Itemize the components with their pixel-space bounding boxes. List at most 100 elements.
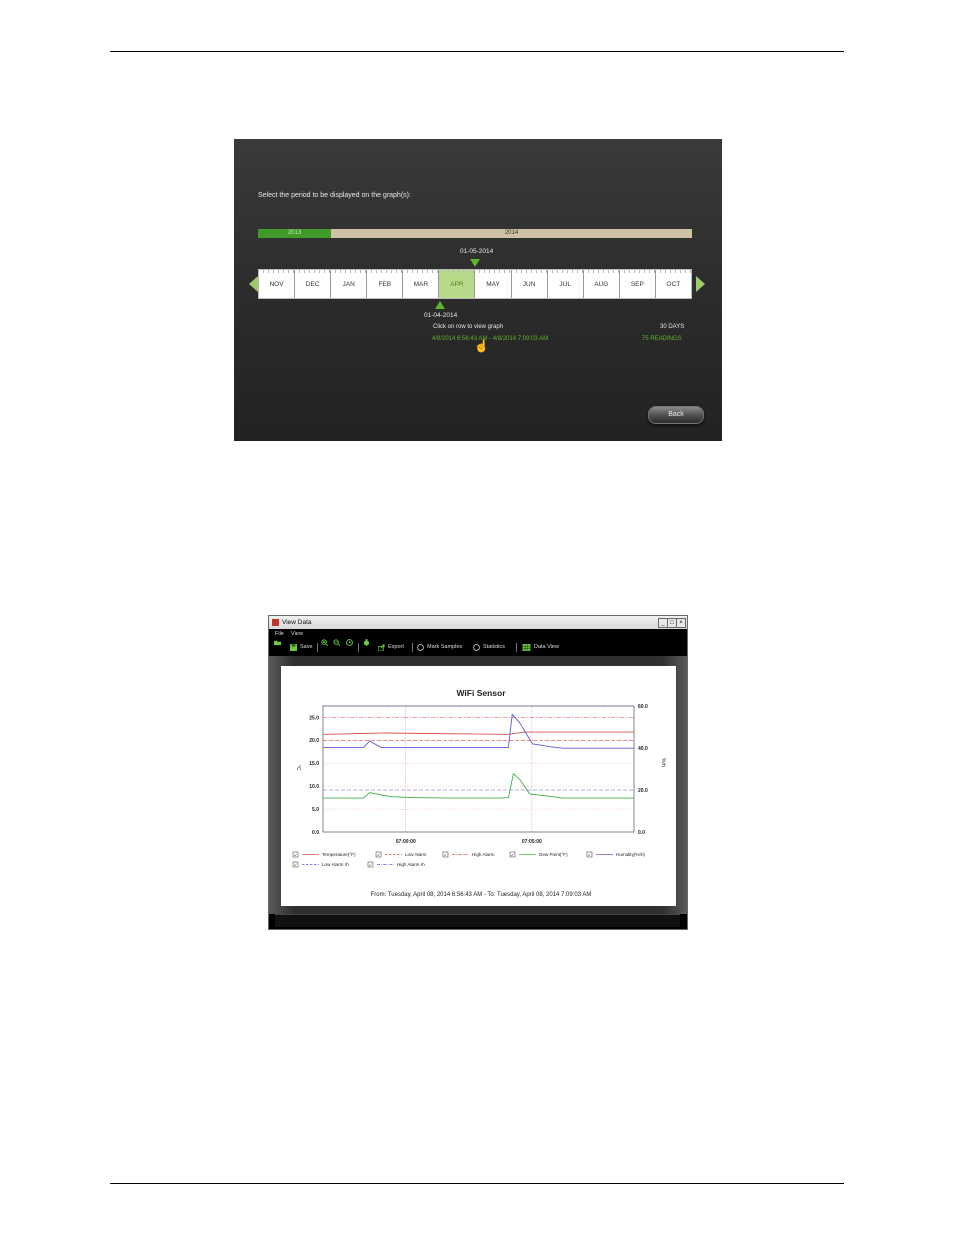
view-data-window: View Data _ □ × File View Save Export Ma… xyxy=(268,615,688,930)
legend-check-icon: ✓ xyxy=(369,863,373,868)
horizontal-scrollbar[interactable] xyxy=(275,914,680,927)
y-tick-label: 5.0 xyxy=(312,807,319,813)
month-jan[interactable]: JAN xyxy=(331,270,368,298)
series-line-dew-point-f- xyxy=(323,772,634,799)
chart-panel: WiFi Sensor °C %rh From: Tuesday, April … xyxy=(281,666,676,906)
sensor-button[interactable] xyxy=(363,639,370,646)
back-button[interactable]: Back xyxy=(648,406,704,424)
grid-table-icon xyxy=(522,644,531,651)
statistics-label: Statistics xyxy=(483,644,506,650)
year-2013[interactable]: 2013 xyxy=(258,229,331,238)
period-selector-screen: Select the period to be displayed on the… xyxy=(234,139,722,441)
month-dec[interactable]: DEC xyxy=(295,270,332,298)
legend-label: High Alarm xyxy=(472,852,495,857)
close-icon[interactable]: × xyxy=(676,618,686,628)
legend-label: Humidity(%rh) xyxy=(616,852,646,857)
series-line-humidity-rh- xyxy=(323,713,634,749)
export-label: Export xyxy=(388,644,404,650)
zoom-out-icon xyxy=(333,639,340,646)
scroll-left-arrow-icon[interactable] xyxy=(249,276,258,292)
save-button[interactable]: Save xyxy=(290,639,313,656)
month-feb[interactable]: FEB xyxy=(367,270,404,298)
month-apr[interactable]: APR xyxy=(439,270,476,298)
window-title: View Data xyxy=(282,619,312,626)
status-bar xyxy=(269,914,687,929)
menu-view[interactable]: View xyxy=(291,629,303,639)
zoom-out-button[interactable] xyxy=(333,639,340,646)
radio-icon xyxy=(473,644,480,651)
data-view-button[interactable]: Data View xyxy=(522,639,559,656)
legend-check-icon: ✓ xyxy=(511,853,515,858)
month-jun[interactable]: JUN xyxy=(511,270,548,298)
month-oct[interactable]: OCT xyxy=(655,270,691,298)
legend-label: Dew Point(°F) xyxy=(539,852,568,857)
end-date-label: 01-05-2014 xyxy=(460,248,494,255)
statistics-toggle[interactable]: Statistics xyxy=(473,639,505,656)
period-range-row[interactable]: 4/8/2014 6:56:43 AM - 4/8/2014 7:09:03 A… xyxy=(432,336,548,342)
start-marker-icon[interactable] xyxy=(435,301,445,309)
year-2014[interactable]: 2014 xyxy=(331,229,692,238)
legend-label: Low Alarm xyxy=(405,852,427,857)
y2-tick-label: 0.0 xyxy=(638,830,645,836)
open-button[interactable] xyxy=(274,639,281,646)
legend-check-icon: ✓ xyxy=(294,853,298,858)
readings-count[interactable]: 75 READINGS xyxy=(642,336,682,342)
period-prompt: Select the period to be displayed on the… xyxy=(258,192,411,199)
month-sep[interactable]: SEP xyxy=(619,270,656,298)
month-strip: NOV DEC JAN FEB MAR APR MAY JUN JUL AUG SEP OCT xyxy=(258,269,692,299)
toolbar-separator xyxy=(412,643,413,652)
chart-area: WiFi Sensor °C %rh From: Tuesday, April … xyxy=(269,656,687,929)
chart-title: WiFi Sensor xyxy=(456,688,506,698)
save-icon xyxy=(290,644,297,651)
series-line-temperature-f- xyxy=(322,731,634,735)
month-mar[interactable]: MAR xyxy=(403,270,440,298)
legend-check-icon: ✓ xyxy=(377,853,381,858)
zoom-in-icon xyxy=(321,639,328,646)
radio-icon xyxy=(417,644,424,651)
mark-samples-toggle[interactable]: Mark Samples xyxy=(417,639,462,656)
y-tick-label: 10.0 xyxy=(309,784,319,790)
y-tick-label: 25.0 xyxy=(309,715,319,721)
month-aug[interactable]: AUG xyxy=(583,270,620,298)
scroll-right-arrow-icon[interactable] xyxy=(696,276,705,292)
y2-tick-label: 60.0 xyxy=(638,704,648,710)
hand-cursor-icon: ☝ xyxy=(474,339,489,353)
month-may[interactable]: MAY xyxy=(475,270,512,298)
toolbar: Save Export Mark Samples Statistics Data… xyxy=(269,639,687,656)
window-titlebar: View Data _ □ × xyxy=(269,616,687,630)
days-count: 30 DAYS xyxy=(660,324,685,330)
menu-file[interactable]: File xyxy=(275,629,284,639)
legend-label: Low Alarm rh xyxy=(322,862,349,867)
view-graph-hint: Click on row to view graph xyxy=(433,324,504,330)
x-tick-label: 07:05:00 xyxy=(522,839,542,845)
sensor-icon xyxy=(363,639,370,646)
mark-samples-label: Mark Samples xyxy=(427,644,463,650)
open-folder-icon xyxy=(274,640,281,646)
date-range-label: From: Tuesday, April 08, 2014 6:56:43 AM… xyxy=(371,892,592,898)
legend-label: Temperature(°F) xyxy=(322,852,356,857)
export-icon xyxy=(378,644,385,651)
time-button[interactable] xyxy=(346,639,353,646)
legend-check-icon: ✓ xyxy=(588,853,592,858)
year-bar: 2013 2014 xyxy=(258,229,692,238)
month-jul[interactable]: JUL xyxy=(547,270,584,298)
start-date-label: 01-04-2014 xyxy=(424,312,458,319)
y2-tick-label: 40.0 xyxy=(638,746,648,752)
end-marker-icon[interactable] xyxy=(470,259,480,267)
plot-frame xyxy=(322,705,635,833)
app-icon xyxy=(272,619,279,626)
y-tick-label: 20.0 xyxy=(309,738,319,744)
x-tick-label: 07:00:00 xyxy=(396,839,416,845)
wifi-sensor-chart: WiFi Sensor °C %rh From: Tuesday, April … xyxy=(292,688,666,898)
y2-tick-label: 20.0 xyxy=(638,788,648,794)
clock-icon xyxy=(346,639,353,646)
export-button[interactable]: Export xyxy=(378,639,404,656)
data-view-label: Data View xyxy=(534,644,559,650)
toolbar-separator xyxy=(358,643,359,652)
legend-check-icon: ✓ xyxy=(444,853,448,858)
y-axis-label: °C xyxy=(295,765,301,771)
zoom-in-button[interactable] xyxy=(321,639,328,646)
page-top-rule xyxy=(110,51,844,52)
month-nov[interactable]: NOV xyxy=(259,270,296,298)
toolbar-separator xyxy=(317,643,318,652)
